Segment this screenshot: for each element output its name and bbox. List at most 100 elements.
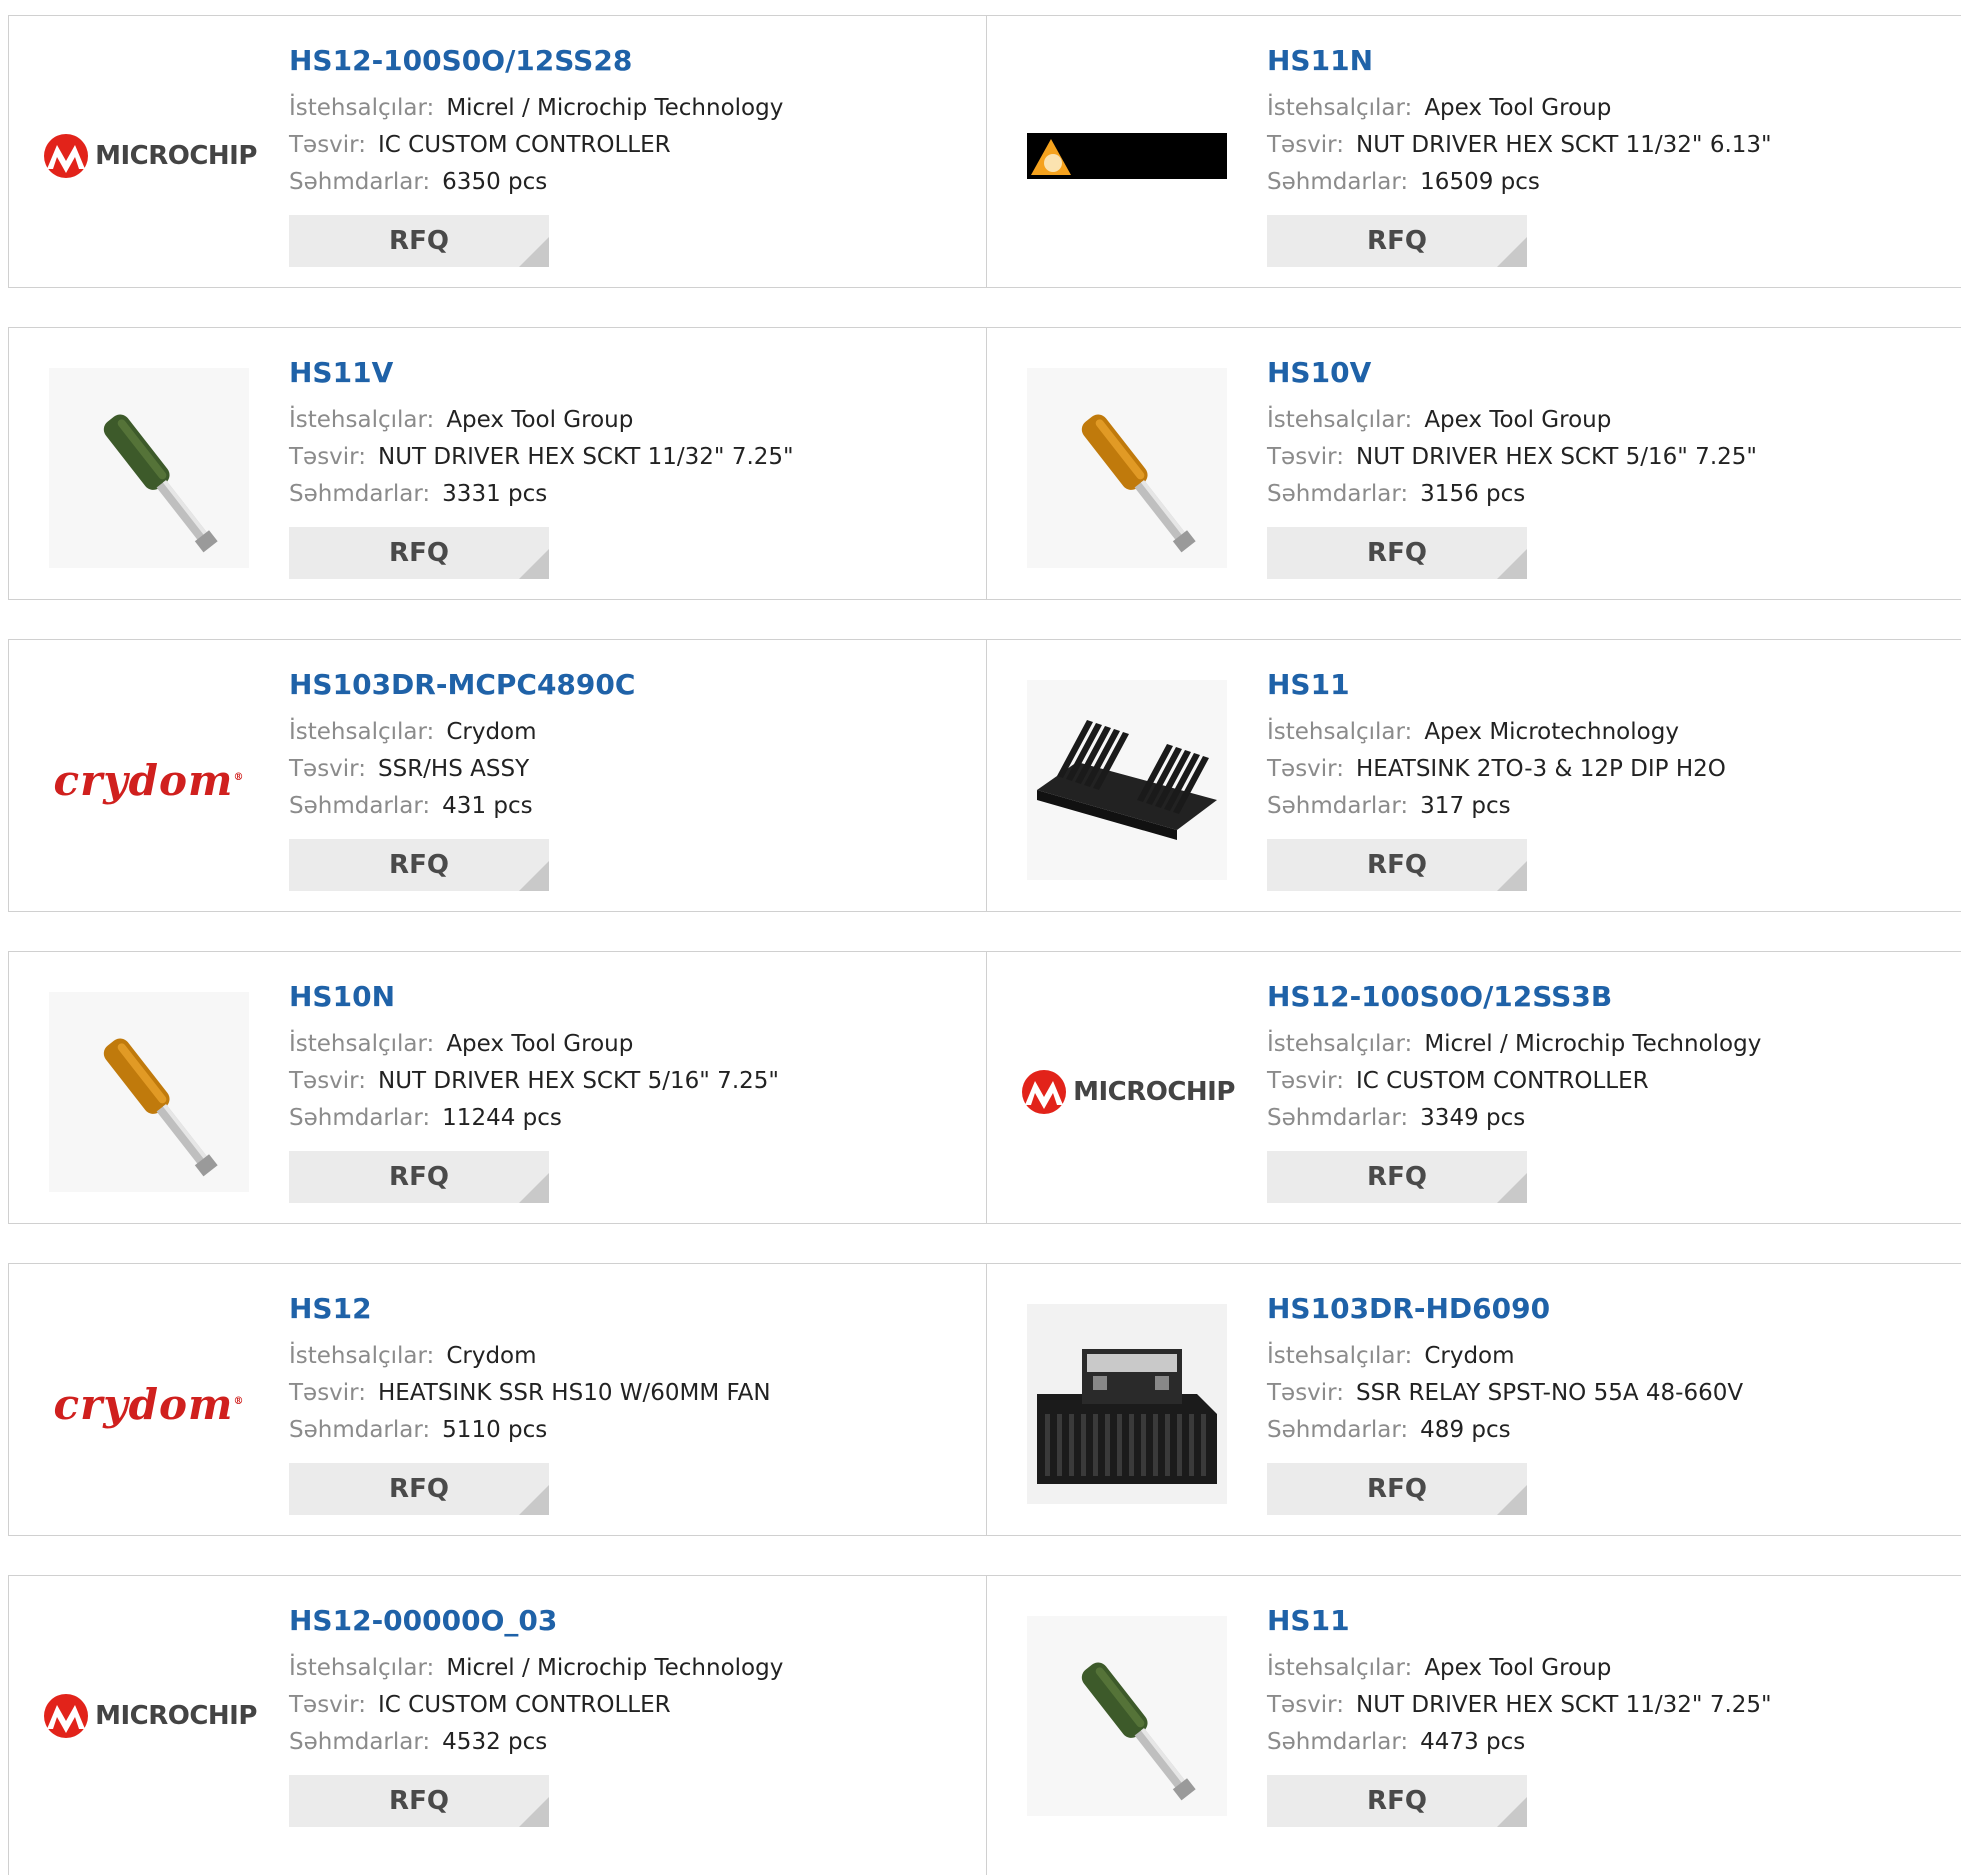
- manufacturer-line: İstehsalçılar: Micrel / Microchip Technol…: [1267, 1026, 1761, 1063]
- rfq-button[interactable]: RFQ: [1267, 1151, 1527, 1203]
- description-line: Təsvir: IC CUSTOM CONTROLLER: [289, 1687, 783, 1724]
- part-number-link[interactable]: HS11: [1267, 668, 1726, 702]
- corner-triangle-icon: [519, 1173, 549, 1203]
- description-line: Təsvir: NUT DRIVER HEX SCKT 5/16" 7.25": [1267, 439, 1757, 476]
- rfq-button[interactable]: RFQ: [289, 1463, 549, 1515]
- manufacturer-value: Crydom: [446, 1343, 537, 1369]
- product-image[interactable]: crydom®: [49, 680, 249, 880]
- product-info: HS12-00000O_03 İstehsalçılar: Micrel / Mi…: [289, 1604, 783, 1827]
- part-number-link[interactable]: HS12-100S0O/12SS3B: [1267, 980, 1761, 1014]
- ssr-heatsink-icon: [1027, 1304, 1227, 1504]
- product-image[interactable]: [1027, 1616, 1227, 1816]
- product-image[interactable]: [49, 992, 249, 1192]
- stock-label: Səhmdarlar:: [289, 169, 431, 195]
- product-card: HS10N İstehsalçılar: Apex Tool Group Təsv…: [8, 952, 986, 1223]
- part-number-link[interactable]: HS10N: [289, 980, 779, 1014]
- description-value: NUT DRIVER HEX SCKT 11/32" 7.25": [378, 444, 794, 470]
- corner-triangle-icon: [1497, 237, 1527, 267]
- stock-value: 6350 pcs: [442, 169, 548, 195]
- manufacturer-value: Apex Tool Group: [446, 407, 634, 433]
- rfq-button[interactable]: RFQ: [1267, 839, 1527, 891]
- product-card: MICROCHIP HS12-100S0O/12SS28 İstehsalçıl…: [8, 16, 986, 287]
- rfq-button[interactable]: RFQ: [1267, 1463, 1527, 1515]
- description-value: SSR/HS ASSY: [378, 756, 530, 782]
- stock-value: 16509 pcs: [1420, 169, 1540, 195]
- corner-triangle-icon: [519, 549, 549, 579]
- product-image[interactable]: [1027, 680, 1227, 880]
- manufacturer-label: İstehsalçılar:: [289, 1031, 435, 1057]
- rfq-label: RFQ: [1367, 850, 1427, 880]
- product-image[interactable]: [1027, 56, 1227, 256]
- product-card: HS10V İstehsalçılar: Apex Tool Group Təsv…: [986, 328, 1961, 599]
- part-number-link[interactable]: HS10V: [1267, 356, 1757, 390]
- part-number-link[interactable]: HS103DR-HD6090: [1267, 1292, 1743, 1326]
- manufacturer-line: İstehsalçılar: Apex Tool Group: [1267, 402, 1757, 439]
- rfq-label: RFQ: [1367, 538, 1427, 568]
- description-line: Təsvir: NUT DRIVER HEX SCKT 5/16" 7.25": [289, 1063, 779, 1100]
- apex-logo-icon: [1027, 133, 1227, 179]
- stock-label: Səhmdarlar:: [289, 481, 431, 507]
- manufacturer-line: İstehsalçılar: Micrel / Microchip Technol…: [289, 1650, 783, 1687]
- part-number-link[interactable]: HS11: [1267, 1604, 1772, 1638]
- logo-text: MICROCHIP: [1073, 1077, 1235, 1107]
- manufacturer-label: İstehsalçılar:: [1267, 1031, 1413, 1057]
- manufacturer-line: İstehsalçılar: Micrel / Microchip Technol…: [289, 90, 783, 127]
- product-image[interactable]: [1027, 368, 1227, 568]
- stock-value: 11244 pcs: [442, 1105, 562, 1131]
- rfq-button[interactable]: RFQ: [289, 839, 549, 891]
- product-image[interactable]: MICROCHIP: [44, 56, 257, 256]
- rfq-button[interactable]: RFQ: [289, 1151, 549, 1203]
- manufacturer-value: Micrel / Microchip Technology: [1424, 1031, 1762, 1057]
- rfq-label: RFQ: [1367, 1162, 1427, 1192]
- manufacturer-line: İstehsalçılar: Crydom: [289, 714, 635, 751]
- description-label: Təsvir:: [289, 444, 366, 470]
- manufacturer-value: Micrel / Microchip Technology: [446, 95, 784, 121]
- description-label: Təsvir:: [289, 1692, 366, 1718]
- description-label: Təsvir:: [1267, 1692, 1344, 1718]
- product-grid: MICROCHIP HS12-100S0O/12SS28 İstehsalçıl…: [0, 0, 1961, 1875]
- part-number-link[interactable]: HS11N: [1267, 44, 1772, 78]
- part-number-link[interactable]: HS11V: [289, 356, 794, 390]
- part-number-link[interactable]: HS12-100S0O/12SS28: [289, 44, 783, 78]
- microchip-emblem-icon: [1022, 1070, 1067, 1114]
- product-image[interactable]: MICROCHIP: [1022, 992, 1235, 1192]
- stock-line: Səhmdarlar: 4473 pcs: [1267, 1724, 1772, 1761]
- product-image[interactable]: MICROCHIP: [44, 1616, 257, 1816]
- product-card: crydom® HS103DR-MCPC4890C İstehsalçılar:…: [8, 640, 986, 911]
- description-label: Təsvir:: [289, 132, 366, 158]
- manufacturer-line: İstehsalçılar: Apex Microtechnology: [1267, 714, 1726, 751]
- stock-line: Səhmdarlar: 317 pcs: [1267, 788, 1726, 825]
- manufacturer-value: Crydom: [446, 719, 537, 745]
- description-label: Təsvir:: [1267, 756, 1344, 782]
- product-info: HS10N İstehsalçılar: Apex Tool Group Təsv…: [289, 980, 779, 1203]
- description-value: HEATSINK 2TO-3 & 12P DIP H2O: [1356, 756, 1726, 782]
- stock-value: 3331 pcs: [442, 481, 548, 507]
- rfq-button[interactable]: RFQ: [1267, 1775, 1527, 1827]
- rfq-button[interactable]: RFQ: [289, 215, 549, 267]
- part-number-link[interactable]: HS12: [289, 1292, 771, 1326]
- part-number-link[interactable]: HS103DR-MCPC4890C: [289, 668, 635, 702]
- product-info: HS11 İstehsalçılar: Apex Microtechnology …: [1267, 668, 1726, 891]
- rfq-button[interactable]: RFQ: [1267, 527, 1527, 579]
- manufacturer-label: İstehsalçılar:: [289, 95, 435, 121]
- manufacturer-value: Crydom: [1424, 1343, 1515, 1369]
- rfq-button[interactable]: RFQ: [289, 527, 549, 579]
- stock-label: Səhmdarlar:: [1267, 1729, 1409, 1755]
- manufacturer-value: Apex Tool Group: [1424, 407, 1612, 433]
- corner-triangle-icon: [1497, 1797, 1527, 1827]
- product-card: MICROCHIP HS12-100S0O/12SS3B İstehsalçıl…: [986, 952, 1961, 1223]
- green-nut-driver-icon: [49, 368, 249, 568]
- description-line: Təsvir: SSR/HS ASSY: [289, 751, 635, 788]
- corner-triangle-icon: [1497, 861, 1527, 891]
- product-image[interactable]: [1027, 1304, 1227, 1504]
- description-value: NUT DRIVER HEX SCKT 5/16" 7.25": [1356, 444, 1757, 470]
- product-image[interactable]: [49, 368, 249, 568]
- stock-label: Səhmdarlar:: [1267, 1417, 1409, 1443]
- product-image[interactable]: crydom®: [49, 1304, 249, 1504]
- rfq-button[interactable]: RFQ: [289, 1775, 549, 1827]
- description-label: Təsvir:: [289, 1068, 366, 1094]
- part-number-link[interactable]: HS12-00000O_03: [289, 1604, 783, 1638]
- rfq-button[interactable]: RFQ: [1267, 215, 1527, 267]
- rfq-label: RFQ: [389, 1786, 449, 1816]
- manufacturer-value: Micrel / Microchip Technology: [446, 1655, 784, 1681]
